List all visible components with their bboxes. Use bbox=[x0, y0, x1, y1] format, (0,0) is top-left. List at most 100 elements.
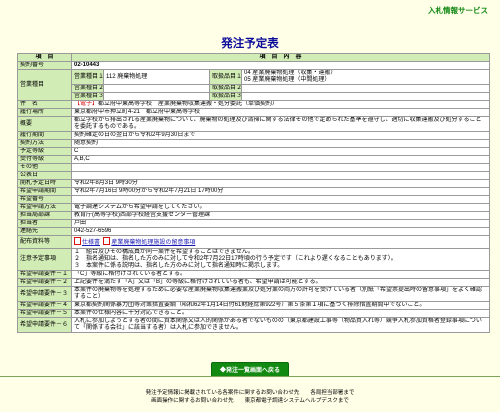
label-period: 履行期間 bbox=[17, 131, 72, 140]
label-handled-item-1: 取扱品目１ bbox=[209, 69, 242, 85]
row-prequal-grade: 予定等級 C bbox=[17, 147, 490, 156]
label-req6: 希望申請要件－６ bbox=[17, 317, 72, 333]
table-header-row: 項 目 項 目 内 容 bbox=[17, 53, 490, 62]
label-notes: 注意予定事項 bbox=[17, 248, 72, 271]
row-apply-method: 希望申請方法 電子調達システムから希望申請をしてください。 bbox=[17, 203, 490, 212]
pdf-file-icon bbox=[74, 237, 81, 245]
row-period: 履行期間 契約確定の日の翌日から令和2年9月30日まで bbox=[17, 131, 490, 140]
label-subject: 件 名 bbox=[17, 100, 72, 109]
label-summary: 概要 bbox=[17, 116, 72, 132]
value-handled-item-1: 04 産業廃棄物処理（収集・運搬） 05 産業廃棄物処理（中間処理） bbox=[241, 69, 490, 85]
row-notes: 注意予定事項 １ 組合及びその構成員が同一案件を希望することはできません。 ２ … bbox=[17, 248, 490, 271]
footer-line-2: 画面操作に関するお問い合わせ先 東京都電子調達システムヘルプデスクまで bbox=[151, 398, 349, 404]
row-contact: 連絡先 042-527-6596 bbox=[17, 227, 490, 236]
footer-divider bbox=[0, 376, 500, 377]
label-accept-grade: 受付等級 bbox=[17, 155, 72, 164]
value-req4: 東京都契約関係暴力団等対策措置要綱（昭和62年1月14日付61財経庶第922号）… bbox=[71, 301, 490, 310]
header-content: 項 目 内 容 bbox=[71, 53, 490, 62]
value-req6: 入札に参加しようとする者の間に資本関係又は人的関係がある者でないものの（東京都建… bbox=[71, 317, 490, 333]
row-req5: 希望申請要件－５ 本案件の仕様内容に十分対応できること。 bbox=[17, 309, 490, 318]
row-contract-no: 契約番号 02-10443 bbox=[17, 61, 490, 70]
label-department: 担当局部課 bbox=[17, 211, 72, 220]
label-req5: 希望申請要件－５ bbox=[17, 309, 72, 318]
row-summary: 概要 都立学校から排出される産業廃棄物について、廃棄物の処理及び清掃に関する法律… bbox=[17, 116, 490, 132]
value-handled-item-2 bbox=[241, 84, 490, 93]
value-handled-item-3 bbox=[241, 92, 490, 101]
label-apply-period: 希望申請期間 bbox=[17, 187, 72, 196]
value-accept-grade: A,B,C bbox=[71, 155, 490, 164]
label-open-date: 開札予定日時 bbox=[17, 179, 72, 188]
back-to-list-button[interactable]: ◆発注一覧画面へ戻る bbox=[210, 362, 289, 377]
value-other bbox=[71, 163, 490, 172]
label-business-type-2: 営業種目２ bbox=[71, 84, 104, 93]
value-subject: 【電子】都立府中東高等学校 産業廃棄物収集運搬・処分委託（単価契約） bbox=[71, 100, 490, 109]
row-person: 担当者 戸田 bbox=[17, 219, 490, 228]
row-place: 履行場所 東京都府中市押立町4-21 都立府中東高等学校 bbox=[17, 108, 490, 117]
label-prequal-grade: 予定等級 bbox=[17, 147, 72, 156]
attachment-link-notes[interactable]: 産業廃棄物処理施設の留意事項 bbox=[111, 240, 195, 246]
row-attachments: 配布資料等 仕様書 産業廃棄物処理施設の留意事項 bbox=[17, 235, 490, 249]
value-person: 戸田 bbox=[71, 219, 490, 228]
label-req2: 希望申請要件－２ bbox=[17, 278, 72, 287]
schedule-table: 項 目 項 目 内 容 契約番号 02-10443 営業種目 営業種目１ 112… bbox=[17, 53, 490, 333]
label-business-type: 営業種目 bbox=[17, 69, 72, 101]
label-apply-count: 希望番号 bbox=[17, 195, 72, 204]
header-item: 項 目 bbox=[17, 53, 72, 62]
value-business-type-1: 112 廃棄物処理 bbox=[103, 69, 210, 85]
label-req1: 希望申請要件－１ bbox=[17, 270, 72, 279]
note-line-1: １ 組合及びその構成員が同一案件を希望することはできません。 bbox=[74, 249, 254, 256]
value-place: 東京都府中市押立町4-21 都立府中東高等学校 bbox=[71, 108, 490, 117]
label-handled-item-2: 取扱品目２ bbox=[209, 84, 242, 93]
label-req3: 希望申請要件－３ bbox=[17, 286, 72, 302]
row-subject: 件 名 【電子】都立府中東高等学校 産業廃棄物収集運搬・処分委託（単価契約） bbox=[17, 100, 490, 109]
row-open-date: 開札予定日時 令和2年8月3日 9時30分 bbox=[17, 179, 490, 188]
row-apply-count: 希望番号 bbox=[17, 195, 490, 204]
electronic-tag: 【電子】 bbox=[74, 101, 99, 108]
label-person: 担当者 bbox=[17, 219, 72, 228]
row-business-type-1: 営業種目 営業種目１ 112 廃棄物処理 取扱品目１ 04 産業廃棄物処理（収集… bbox=[17, 69, 490, 101]
row-req6: 希望申請要件－６ 入札に参加しようとする者の間に資本関係又は人的関係がある者でな… bbox=[17, 317, 490, 333]
label-other: その他 bbox=[17, 163, 72, 172]
label-business-type-3: 営業種目３ bbox=[71, 92, 104, 101]
label-apply-method: 希望申請方法 bbox=[17, 203, 72, 212]
label-contact: 連絡先 bbox=[17, 227, 72, 236]
value-contract-no: 02-10443 bbox=[71, 61, 490, 70]
page-title: 発注予定表 bbox=[221, 38, 279, 50]
value-apply-count bbox=[71, 195, 490, 204]
label-contract-method: 契約方法 bbox=[17, 139, 72, 148]
attachment-link-spec[interactable]: 仕様書 bbox=[82, 240, 100, 246]
label-business-type-1: 営業種目１ bbox=[71, 69, 104, 85]
value-req1: 「C」等級に格付けされている者とする。 bbox=[71, 270, 490, 279]
row-apply-period: 希望申請期間 令和2年7月16日 9時00分から令和2年7月21日 17時00分 bbox=[17, 187, 490, 196]
row-department: 担当局部課 教育庁(高等学校)西部学校経営支援センター管理課 bbox=[17, 211, 490, 220]
row-req2: 希望申請要件－２ 上記要件を満たす「A」又は「B」の等級に格付けされている者も、… bbox=[17, 278, 490, 287]
label-contract-no: 契約番号 bbox=[17, 61, 72, 70]
row-req1: 希望申請要件－１ 「C」等級に格付けされている者とする。 bbox=[17, 270, 490, 279]
value-department: 教育庁(高等学校)西部学校経営支援センター管理課 bbox=[71, 211, 490, 220]
row-contract-method: 契約方法 随意契約 bbox=[17, 139, 490, 148]
note-line-2: ２ 指名通知は、指名した方のみに対して令和2年7月22日17時頃の行う予定です（… bbox=[74, 256, 397, 262]
value-req5: 本案件の仕様内容に十分対応できること。 bbox=[71, 309, 490, 318]
label-publish-date: 公表日 bbox=[17, 171, 72, 180]
footer: 発注予定情報に掲載されている各案件に関するお問い合わせ先 各局担当部署まで 画面… bbox=[0, 389, 500, 405]
label-place: 履行場所 bbox=[17, 108, 72, 117]
label-req4: 希望申請要件－４ bbox=[17, 301, 72, 310]
row-req3: 希望申請要件－３ 本案件の廃棄物等を処理するために必要な産業廃棄物収集運搬業及び… bbox=[17, 286, 490, 302]
note-line-3: ３ 本案件に係る説明は、指名した方のみに対して指名通知時に掲示します。 bbox=[74, 263, 284, 269]
row-business-type-3: 営業種目３ 取扱品目３ bbox=[18, 92, 490, 101]
value-period: 契約確定の日の翌日から令和2年9月30日まで bbox=[71, 131, 490, 140]
back-button-wrap: ◆発注一覧画面へ戻る bbox=[0, 362, 500, 377]
value-notes: １ 組合及びその構成員が同一案件を希望することはできません。 ２ 指名通知は、指… bbox=[71, 248, 490, 271]
row-publish-date: 公表日 bbox=[17, 171, 490, 180]
pdf-file-icon bbox=[103, 237, 111, 245]
row-other: その他 bbox=[17, 163, 490, 172]
value-business-type-3 bbox=[103, 92, 210, 101]
footer-line-1: 発注予定情報に掲載されている各案件に関するお問い合わせ先 各局担当部署まで bbox=[145, 390, 355, 396]
row-business-type-2: 営業種目２ 取扱品目２ bbox=[18, 84, 490, 93]
row-accept-grade: 受付等級 A,B,C bbox=[17, 155, 490, 164]
row-req4: 希望申請要件－４ 東京都契約関係暴力団等対策措置要綱（昭和62年1月14日付61… bbox=[17, 301, 490, 310]
value-req2: 上記要件を満たす「A」又は「B」の等級に格付けされている者も、希望申請は可能とす… bbox=[71, 278, 490, 287]
subject-text: 都立府中東高等学校 産業廃棄物収集運搬・処分委託（単価契約） bbox=[98, 101, 279, 108]
value-apply-period: 令和2年7月16日 9時00分から令和2年7月21日 17時00分 bbox=[71, 187, 490, 196]
value-open-date: 令和2年8月3日 9時30分 bbox=[71, 179, 490, 188]
